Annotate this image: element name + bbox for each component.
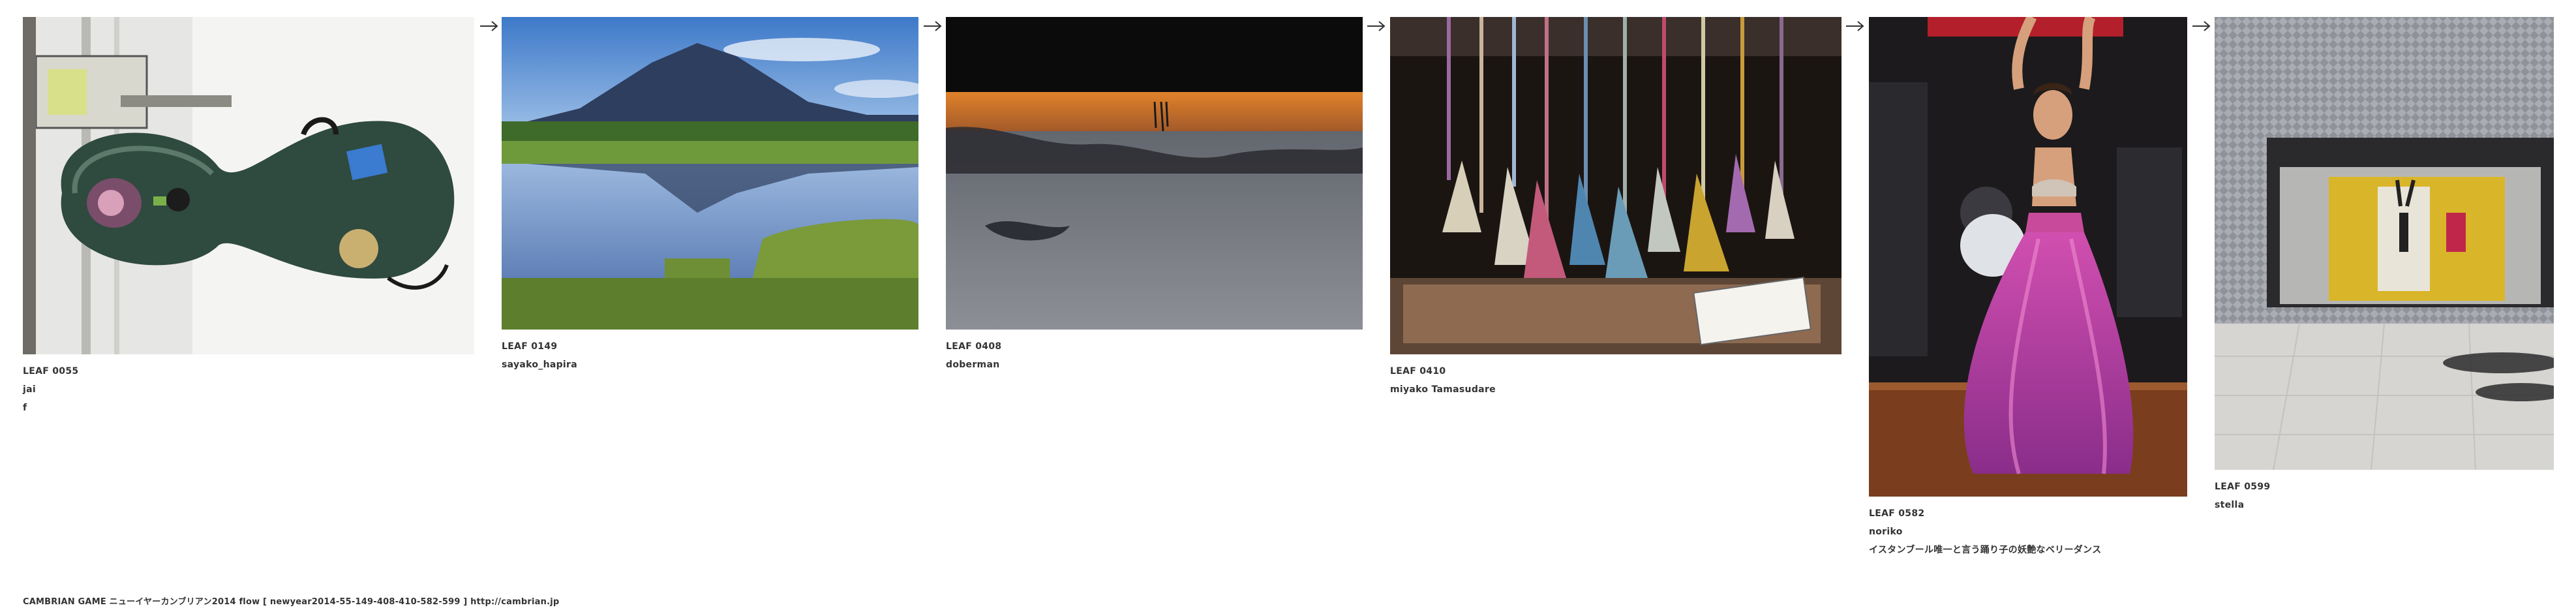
- leaf-photo-0582[interactable]: [1869, 17, 2187, 497]
- leaf-caption-0599: LEAF 0599 stella: [2215, 478, 2554, 514]
- leaf-note: イスタンブール唯一と言う踊り子の妖艶なベリーダンス: [1869, 545, 2102, 555]
- leaf-photo-0149[interactable]: [502, 17, 918, 330]
- leaf-id[interactable]: LEAF 0055: [23, 362, 474, 380]
- right-arrow-icon: [480, 21, 498, 31]
- leaf-photo-0410[interactable]: [1390, 17, 1841, 354]
- leaf-caption-0149: LEAF 0149 sayako_hapira: [502, 337, 918, 374]
- leaf-id[interactable]: LEAF 0410: [1390, 362, 1841, 380]
- leaf-caption-0582: LEAF 0582 noriko イスタンブール唯一と言う踊り子の妖艶なベリーダ…: [1869, 504, 2187, 559]
- leaf-photo-0055[interactable]: [23, 17, 474, 354]
- leaf-id[interactable]: LEAF 0599: [2215, 478, 2554, 496]
- leaf-card-0599: LEAF 0599 stella: [2215, 17, 2554, 514]
- leaf-author[interactable]: miyako Tamasudare: [1390, 380, 1841, 399]
- page-footer: CAMBRIAN GAME ニューイヤーカンブリアン2014 flow [ ne…: [23, 597, 560, 607]
- leaf-author[interactable]: stella: [2215, 496, 2554, 514]
- cello-case-photo: [23, 17, 474, 354]
- leaf-caption-0055: LEAF 0055 jai f: [23, 362, 474, 417]
- leaf-id[interactable]: LEAF 0149: [502, 337, 918, 356]
- right-arrow-icon: [924, 21, 942, 31]
- silk-tassels-photo: [1390, 17, 1841, 354]
- right-arrow-icon: [2192, 21, 2211, 31]
- leaf-photo-0408[interactable]: [946, 17, 1363, 330]
- leaf-photo-0599[interactable]: [2215, 17, 2554, 470]
- mountain-pond-photo: [502, 17, 918, 330]
- leaf-card-0055: LEAF 0055 jai f: [23, 17, 474, 417]
- leaf-card-0149: LEAF 0149 sayako_hapira: [502, 17, 918, 374]
- leaf-id[interactable]: LEAF 0582: [1869, 504, 2187, 523]
- leaf-note: f: [23, 403, 27, 413]
- right-arrow-icon: [1367, 21, 1386, 31]
- leaf-card-0408: LEAF 0408 doberman: [946, 17, 1363, 374]
- leaf-author[interactable]: doberman: [946, 356, 1363, 374]
- leaf-caption-0408: LEAF 0408 doberman: [946, 337, 1363, 374]
- leaf-caption-0410: LEAF 0410 miyako Tamasudare: [1390, 362, 1841, 399]
- leaf-author[interactable]: sayako_hapira: [502, 356, 918, 374]
- leaf-author[interactable]: jai: [23, 380, 474, 399]
- sunset-reflection-photo: [946, 17, 1363, 330]
- storefront-photo: [2215, 17, 2554, 470]
- leaf-card-0410: LEAF 0410 miyako Tamasudare: [1390, 17, 1841, 399]
- leaf-author[interactable]: noriko: [1869, 523, 2187, 541]
- belly-dancer-photo: [1869, 17, 2187, 497]
- right-arrow-icon: [1846, 21, 1864, 31]
- leaf-id[interactable]: LEAF 0408: [946, 337, 1363, 356]
- leaf-card-0582: LEAF 0582 noriko イスタンブール唯一と言う踊り子の妖艶なベリーダ…: [1869, 17, 2187, 559]
